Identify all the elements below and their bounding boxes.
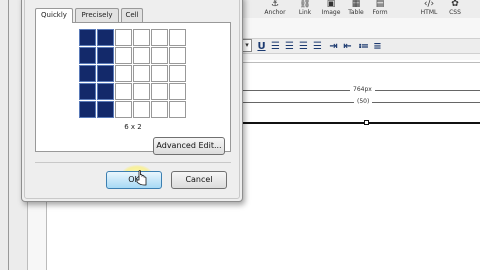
- toolbar-html-label: HTML: [420, 9, 438, 16]
- indent-icon[interactable]: ⇥: [328, 40, 339, 53]
- cell-width-indicator: (50): [240, 98, 480, 106]
- bullet-list-icon[interactable]: ≔: [358, 40, 369, 53]
- align-right-icon[interactable]: ☰: [298, 40, 309, 53]
- align-center-icon[interactable]: ☰: [284, 40, 295, 53]
- mouse-cursor-icon: [136, 170, 147, 186]
- canvas-top-separator: [240, 62, 480, 63]
- grid-cell[interactable]: [97, 83, 114, 100]
- underline-button[interactable]: U: [256, 40, 267, 53]
- toolbar-html-button[interactable]: ‹/› HTML: [418, 0, 440, 18]
- insert-toolbar: ⚓ Anchor ⛓ Link ▣ Image ▦ Table ▤ Form ‹…: [240, 0, 480, 18]
- table-width-indicator: 764px: [240, 86, 480, 94]
- grid-cell[interactable]: [79, 47, 96, 64]
- table-border: [240, 122, 480, 124]
- grid-cell[interactable]: [169, 65, 186, 82]
- grid-cell[interactable]: [115, 29, 132, 46]
- anchor-icon: ⚓: [270, 0, 280, 9]
- ok-button[interactable]: OK: [106, 171, 162, 189]
- grid-cell[interactable]: [151, 29, 168, 46]
- form-icon: ▤: [375, 0, 385, 9]
- grid-cell[interactable]: [97, 65, 114, 82]
- toolbar-form-button[interactable]: ▤ Form: [370, 0, 390, 18]
- grid-cell[interactable]: [97, 47, 114, 64]
- outdent-icon[interactable]: ⇤: [342, 40, 353, 53]
- grid-cell[interactable]: [115, 65, 132, 82]
- grid-cell[interactable]: [79, 29, 96, 46]
- toolbar-link-button[interactable]: ⛓ Link: [296, 0, 314, 18]
- grid-cell[interactable]: [97, 101, 114, 118]
- toolbar-table-label: Table: [348, 9, 364, 16]
- link-icon: ⛓: [299, 0, 311, 9]
- toolbar-anchor-label: Anchor: [264, 9, 286, 16]
- numbered-list-icon[interactable]: ≡: [372, 40, 383, 53]
- grid-size-label: 6 x 2: [124, 123, 142, 131]
- grid-cell[interactable]: [79, 65, 96, 82]
- format-dropdown-arrow[interactable]: ▾: [242, 39, 252, 52]
- toolbar-image-button[interactable]: ▣ Image: [320, 0, 342, 18]
- toolbar-table-button[interactable]: ▦ Table: [346, 0, 366, 18]
- toolbar-css-label: CSS: [449, 9, 461, 16]
- table-top-border[interactable]: [240, 120, 480, 126]
- toolbar-form-label: Form: [372, 9, 388, 16]
- dialog-separator: [35, 162, 231, 163]
- tab-cell[interactable]: Cell: [121, 8, 143, 22]
- css-icon: ✿: [451, 0, 459, 9]
- grid-cell[interactable]: [169, 83, 186, 100]
- cell-width-label: (50): [354, 98, 373, 106]
- grid-cell[interactable]: [169, 101, 186, 118]
- toolbar-link-label: Link: [298, 9, 312, 16]
- image-icon: ▣: [326, 0, 336, 9]
- grid-cell[interactable]: [133, 29, 150, 46]
- table-icon: ▦: [351, 0, 361, 9]
- grid-cell[interactable]: [115, 47, 132, 64]
- grid-cell[interactable]: [151, 101, 168, 118]
- html-code-icon: ‹/›: [423, 0, 435, 9]
- grid-cell[interactable]: [133, 83, 150, 100]
- toolbar-css-button[interactable]: ✿ CSS: [446, 0, 464, 18]
- resize-handle[interactable]: [364, 120, 369, 125]
- ruler-line: [8, 0, 9, 270]
- grid-cell[interactable]: [151, 65, 168, 82]
- grid-cell[interactable]: [133, 65, 150, 82]
- grid-cell[interactable]: [169, 47, 186, 64]
- tab-quickly[interactable]: Quickly: [35, 8, 73, 23]
- grid-cell[interactable]: [169, 29, 186, 46]
- toolbar-anchor-button[interactable]: ⚓ Anchor: [264, 0, 286, 18]
- format-bar: U ☰ ☰ ☰ ☰ ⇥ ⇤ ≔ ≡: [240, 38, 480, 54]
- grid-cell[interactable]: [133, 101, 150, 118]
- grid-cell[interactable]: [79, 83, 96, 100]
- grid-cell[interactable]: [97, 29, 114, 46]
- justify-icon[interactable]: ☰: [312, 40, 323, 53]
- grid-cell[interactable]: [151, 83, 168, 100]
- align-left-icon[interactable]: ☰: [270, 40, 281, 53]
- grid-cell[interactable]: [115, 101, 132, 118]
- tab-precisely[interactable]: Precisely: [75, 8, 119, 22]
- cancel-button[interactable]: Cancel: [171, 171, 227, 189]
- insert-table-dialog: Quickly Precisely Cell 6 x 2 Advanced Ed…: [21, 0, 243, 202]
- grid-cell[interactable]: [115, 83, 132, 100]
- grid-cell[interactable]: [151, 47, 168, 64]
- grid-cell[interactable]: [79, 101, 96, 118]
- table-size-grid[interactable]: [79, 29, 187, 118]
- advanced-edit-button[interactable]: Advanced Edit...: [153, 137, 225, 155]
- quick-table-panel: 6 x 2: [35, 22, 231, 152]
- grid-cell[interactable]: [133, 47, 150, 64]
- table-width-label: 764px: [350, 86, 375, 94]
- toolbar-image-label: Image: [321, 9, 341, 16]
